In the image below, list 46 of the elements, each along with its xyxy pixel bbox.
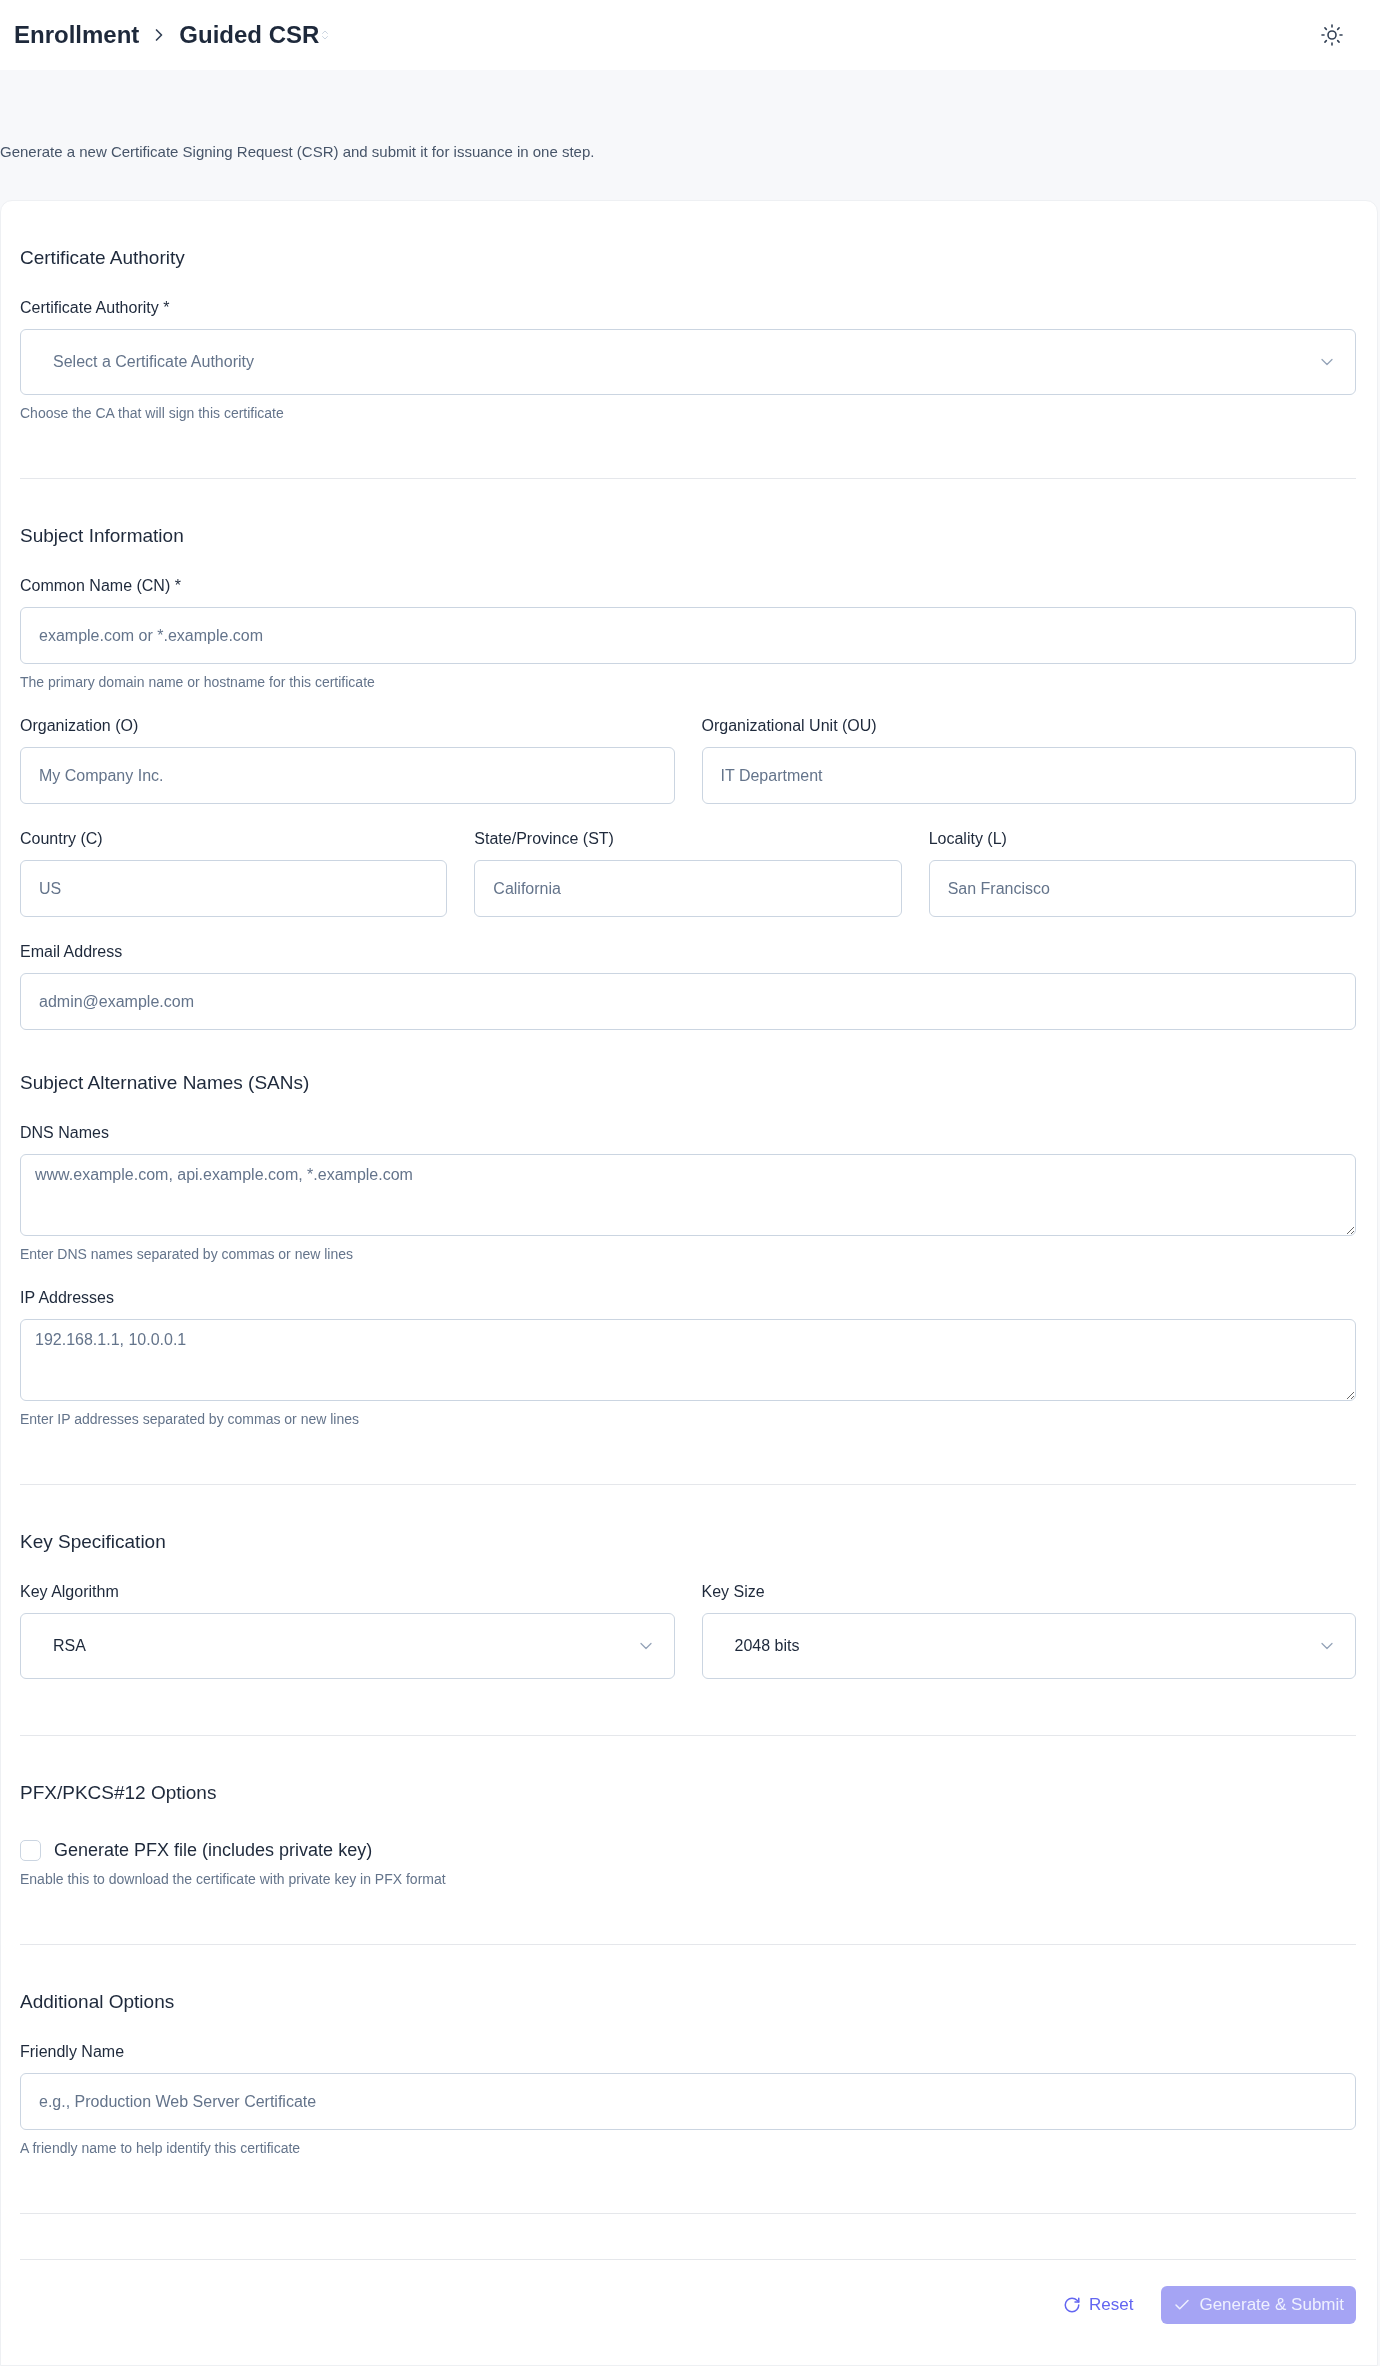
field-label: Common Name (CN) *	[20, 576, 182, 596]
checkbox-label: Generate PFX file (includes private key)	[54, 1839, 373, 1862]
field-label: Certificate Authority *	[20, 298, 171, 318]
field-label: Key Size	[701, 1582, 766, 1602]
reset-icon	[1063, 2296, 1081, 2314]
field-label: IP Addresses	[20, 1288, 115, 1308]
field-hint: Choose the CA that will sign this certificate	[20, 404, 285, 422]
field-label: Organizational Unit (OU)	[701, 716, 878, 736]
breadcrumb-item: Guided CSR	[179, 20, 320, 50]
breadcrumb-item[interactable]: Enrollment	[14, 17, 140, 53]
input-field[interactable]: admin@example.com	[20, 973, 1356, 1030]
field-label: DNS Names	[20, 1123, 110, 1143]
input-field[interactable]: My Company Inc.	[20, 747, 675, 804]
checkbox[interactable]	[20, 1840, 41, 1861]
field-hint: Enable this to download the certificate with private key in PFX format	[20, 1870, 447, 1888]
section-heading: Subject Information	[20, 524, 185, 548]
field-label: State/Province (ST)	[474, 829, 615, 849]
input-field[interactable]: example.com or *.example.com	[20, 607, 1356, 664]
field-label: Friendly Name	[20, 2042, 126, 2062]
section-heading: Certificate Authority	[20, 246, 186, 270]
input-field[interactable]: IT Department	[701, 747, 1356, 804]
input-field[interactable]: e.g., Production Web Server Certificate	[20, 2073, 1356, 2130]
field-label: Country (C)	[20, 829, 104, 849]
select-field[interactable]: Select a Certificate Authority	[20, 329, 1356, 395]
field-label: Organization (O)	[20, 716, 140, 736]
field-hint: A friendly name to help identify this certificate	[20, 2139, 302, 2157]
field-hint: Enter DNS names separated by commas or new lines	[20, 1245, 355, 1263]
section-heading: Key Specification	[20, 1530, 167, 1554]
input-field[interactable]: San Francisco	[928, 860, 1356, 917]
input-field[interactable]: California	[474, 860, 902, 917]
section-heading: PFX/PKCS#12 Options	[20, 1781, 218, 1805]
select-field[interactable]: RSA	[20, 1613, 675, 1679]
field-hint: The primary domain name or hostname for this certificate	[20, 673, 376, 691]
section-heading: Additional Options	[20, 1990, 176, 2014]
reset-button[interactable]: Reset	[1055, 2286, 1142, 2324]
field-label: Email Address	[20, 942, 124, 962]
textarea-field[interactable]: 192.168.1.1, 10.0.0.1	[20, 1319, 1356, 1401]
theme-toggle-icon[interactable]	[1320, 23, 1344, 47]
field-label: Locality (L)	[928, 829, 1008, 849]
section-heading: Subject Alternative Names (SANs)	[20, 1071, 311, 1095]
select-field[interactable]: 2048 bits	[701, 1613, 1356, 1679]
field-label: Key Algorithm	[20, 1582, 120, 1602]
textarea-field[interactable]: www.example.com, api.example.com, *.example.com	[20, 1154, 1356, 1236]
page-description: Generate a new Certificate Signing Request (CSR) and submit it for issuance in one step.	[0, 142, 596, 162]
input-field[interactable]: US	[20, 860, 448, 917]
field-hint: Enter IP addresses separated by commas or new lines	[20, 1410, 361, 1428]
